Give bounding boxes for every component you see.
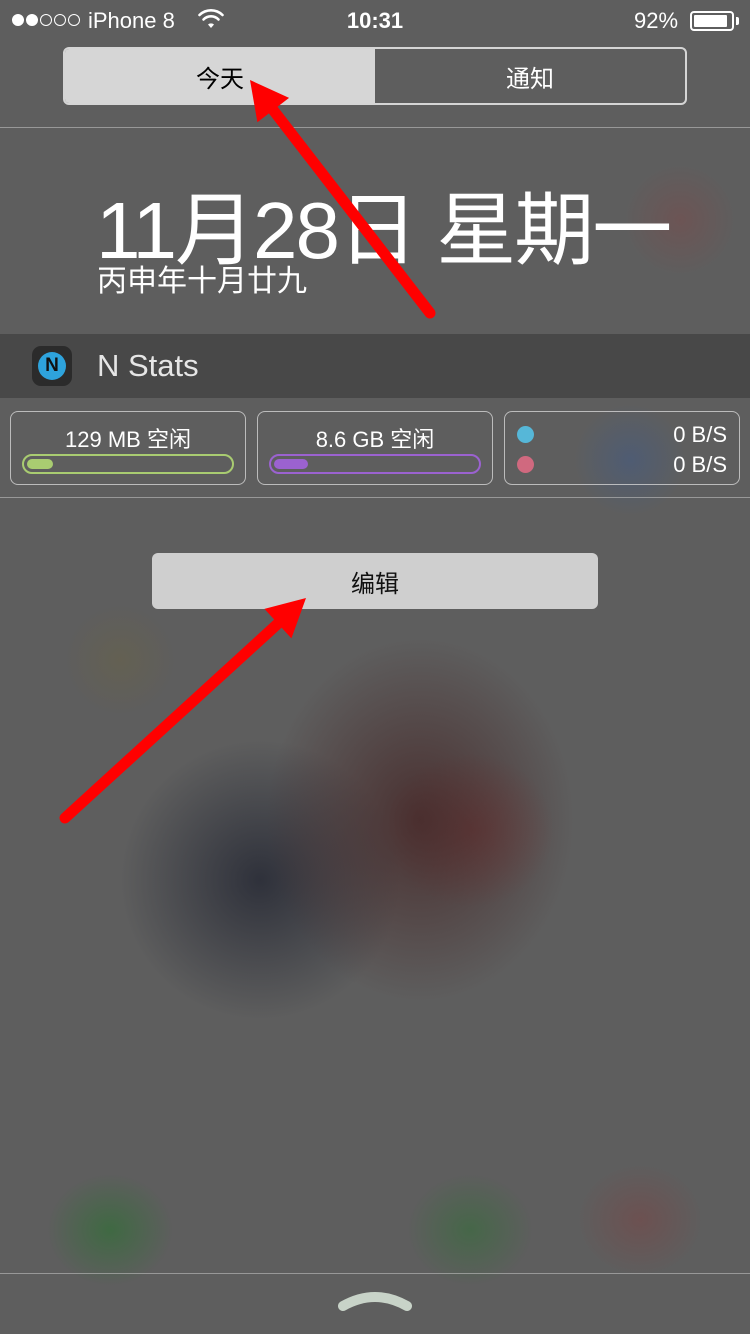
storage-usage-bar bbox=[269, 454, 481, 474]
chevron-up-icon[interactable] bbox=[338, 1290, 412, 1312]
memory-usage-bar bbox=[22, 454, 234, 474]
edit-button[interactable]: 编辑 bbox=[152, 553, 598, 609]
lunar-date: 丙申年十月廿九 bbox=[97, 265, 307, 298]
memory-card[interactable]: 129 MB 空闲 bbox=[10, 411, 246, 485]
download-speed: 0 B/S bbox=[673, 422, 727, 447]
today-notifications-segmented-control: 今天 通知 bbox=[63, 47, 687, 105]
memory-usage-fill bbox=[27, 459, 54, 469]
divider bbox=[0, 497, 750, 498]
upload-indicator-icon bbox=[517, 456, 534, 473]
storage-card[interactable]: 8.6 GB 空闲 bbox=[257, 411, 493, 485]
divider bbox=[0, 127, 750, 128]
battery-fill bbox=[694, 15, 728, 27]
upload-speed: 0 B/S bbox=[673, 452, 727, 477]
battery-percentage: 92% bbox=[634, 8, 679, 33]
widget-title: N Stats bbox=[97, 348, 199, 383]
network-card[interactable]: 0 B/S 0 B/S bbox=[504, 411, 740, 485]
widget-header-n-stats[interactable]: N N Stats bbox=[0, 334, 750, 398]
storage-usage-fill bbox=[274, 459, 309, 469]
battery-icon bbox=[690, 11, 734, 31]
storage-free-label: 8.6 GB 空闲 bbox=[315, 427, 435, 452]
n-stats-app-icon: N bbox=[32, 346, 72, 386]
battery-tip bbox=[736, 17, 739, 25]
divider bbox=[0, 1273, 750, 1274]
status-bar: iPhone 8 10:31 92% bbox=[0, 0, 750, 40]
memory-free-label: 129 MB 空闲 bbox=[65, 427, 191, 452]
download-indicator-icon bbox=[517, 426, 534, 443]
tab-notifications[interactable]: 通知 bbox=[375, 49, 685, 103]
tab-today[interactable]: 今天 bbox=[65, 49, 375, 103]
